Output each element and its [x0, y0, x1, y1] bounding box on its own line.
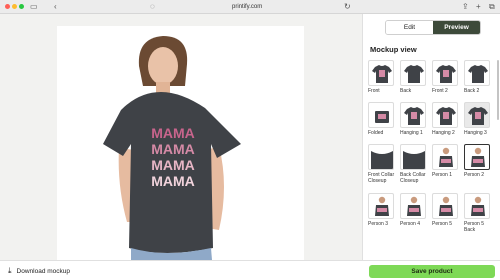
- mockup-view-grid: Front Back Front 2 Back 2 Folded Hanging 1 Han…: [368, 60, 496, 240]
- mockup-view-label: Folded: [368, 130, 384, 136]
- mockup-view-item[interactable]: Back Collar Closeup: [400, 144, 430, 191]
- reload-icon[interactable]: ↻: [344, 1, 351, 13]
- mockup-view-thumbnail[interactable]: [464, 102, 490, 128]
- mockup-view-thumbnail[interactable]: [432, 60, 458, 86]
- mockup-view-label: Front 2: [432, 88, 448, 94]
- mockup-view-thumbnail[interactable]: [368, 193, 394, 219]
- mockup-view-item[interactable]: Hanging 2: [432, 102, 462, 142]
- browser-toolbar: ▭ ‹ ◌ printify.com ↻ ⇪ + ⧉: [0, 0, 500, 14]
- save-product-button[interactable]: Save product: [369, 265, 495, 278]
- mockup-view-thumbnail[interactable]: [400, 193, 426, 219]
- mockup-view-label: Back 2: [464, 88, 480, 94]
- tabs-icon[interactable]: ⧉: [489, 1, 495, 13]
- mockup-view-item[interactable]: Person 5 Back: [464, 193, 494, 240]
- mockup-view-label: Front: [368, 88, 380, 94]
- mockup-canvas: MAMA MAMA MAMA MAMA: [0, 14, 362, 272]
- mockup-view-label: Hanging 1: [400, 130, 423, 136]
- mockup-view-item[interactable]: Person 4: [400, 193, 430, 233]
- panel-title: Mockup view: [370, 45, 417, 54]
- mockup-view-thumbnail[interactable]: [432, 144, 458, 170]
- mockup-view-item[interactable]: Front Collar Closeup: [368, 144, 398, 191]
- mockup-view-item[interactable]: Front 2: [432, 60, 462, 100]
- mockup-view-label: Back Collar Closeup: [400, 172, 426, 184]
- preview-tab[interactable]: Preview: [433, 21, 480, 34]
- bottom-bar: ⤓ Download mockup Save product: [0, 260, 500, 280]
- design-line-2: MAMA: [151, 141, 195, 157]
- mockup-view-label: Person 1: [432, 172, 453, 178]
- mockup-view-thumbnail[interactable]: [400, 144, 426, 170]
- design-line-1: MAMA: [151, 125, 195, 141]
- mockup-view-thumbnail[interactable]: [464, 60, 490, 86]
- mockup-view-item[interactable]: Back: [400, 60, 430, 100]
- mockup-view-label: Hanging 2: [432, 130, 455, 136]
- mockup-view-thumbnail[interactable]: [400, 60, 426, 86]
- edit-preview-toggle: Edit Preview: [385, 20, 481, 35]
- mockup-view-thumbnail[interactable]: [432, 193, 458, 219]
- edit-tab[interactable]: Edit: [386, 21, 433, 34]
- mockup-view-item[interactable]: Back 2: [464, 60, 494, 100]
- design-line-3: MAMA: [151, 157, 195, 173]
- mockup-view-item[interactable]: Person 2: [464, 144, 494, 184]
- mockup-view-item[interactable]: Person 5: [432, 193, 462, 233]
- back-icon[interactable]: ‹: [54, 1, 57, 13]
- mockup-view-item[interactable]: Hanging 1: [400, 102, 430, 142]
- mockup-view-label: Hanging 3: [464, 130, 487, 136]
- download-mockup-button[interactable]: ⤓ Download mockup: [8, 266, 70, 276]
- shield-icon: ◌: [150, 2, 155, 11]
- mockup-view-label: Front Collar Closeup: [368, 172, 395, 184]
- mockup-view-thumbnail[interactable]: [400, 102, 426, 128]
- mockup-view-label: Back: [400, 88, 412, 94]
- mockup-view-thumbnail[interactable]: [368, 60, 394, 86]
- mockup-panel: Edit Preview Mockup view Front Back Front …: [362, 14, 500, 260]
- mockup-view-thumbnail[interactable]: [368, 102, 394, 128]
- mockup-preview: MAMA MAMA MAMA MAMA: [57, 26, 304, 272]
- new-tab-icon[interactable]: +: [476, 1, 481, 13]
- mockup-view-thumbnail[interactable]: [432, 102, 458, 128]
- mockup-view-item[interactable]: Person 3: [368, 193, 398, 233]
- mockup-view-thumbnail[interactable]: [464, 144, 490, 170]
- close-window-icon[interactable]: [5, 4, 10, 9]
- mockup-view-label: Person 5: [432, 221, 453, 227]
- download-label: Download mockup: [16, 267, 71, 275]
- mockup-view-thumbnail[interactable]: [464, 193, 490, 219]
- panel-scrollbar[interactable]: [497, 60, 499, 120]
- sidebar-icon[interactable]: ▭: [30, 1, 38, 13]
- mockup-view-item[interactable]: Hanging 3: [464, 102, 494, 142]
- mockup-view-item[interactable]: Person 1: [432, 144, 462, 184]
- minimize-window-icon[interactable]: [12, 4, 17, 9]
- maximize-window-icon[interactable]: [19, 4, 24, 9]
- model-wearing-tshirt-image: MAMA MAMA MAMA MAMA: [103, 36, 241, 272]
- mockup-view-label: Person 2: [464, 172, 485, 178]
- mockup-view-item[interactable]: Front: [368, 60, 398, 100]
- mockup-view-label: Person 4: [400, 221, 421, 227]
- design-line-4: MAMA: [151, 173, 195, 189]
- mockup-view-thumbnail[interactable]: [368, 144, 394, 170]
- share-icon[interactable]: ⇪: [462, 1, 469, 13]
- mockup-view-label: Person 3: [368, 221, 389, 227]
- mockup-view-label: Person 5 Back: [464, 221, 485, 233]
- mockup-view-item[interactable]: Folded: [368, 102, 398, 142]
- address-bar[interactable]: printify.com: [232, 2, 262, 12]
- download-icon: ⤓: [8, 266, 12, 275]
